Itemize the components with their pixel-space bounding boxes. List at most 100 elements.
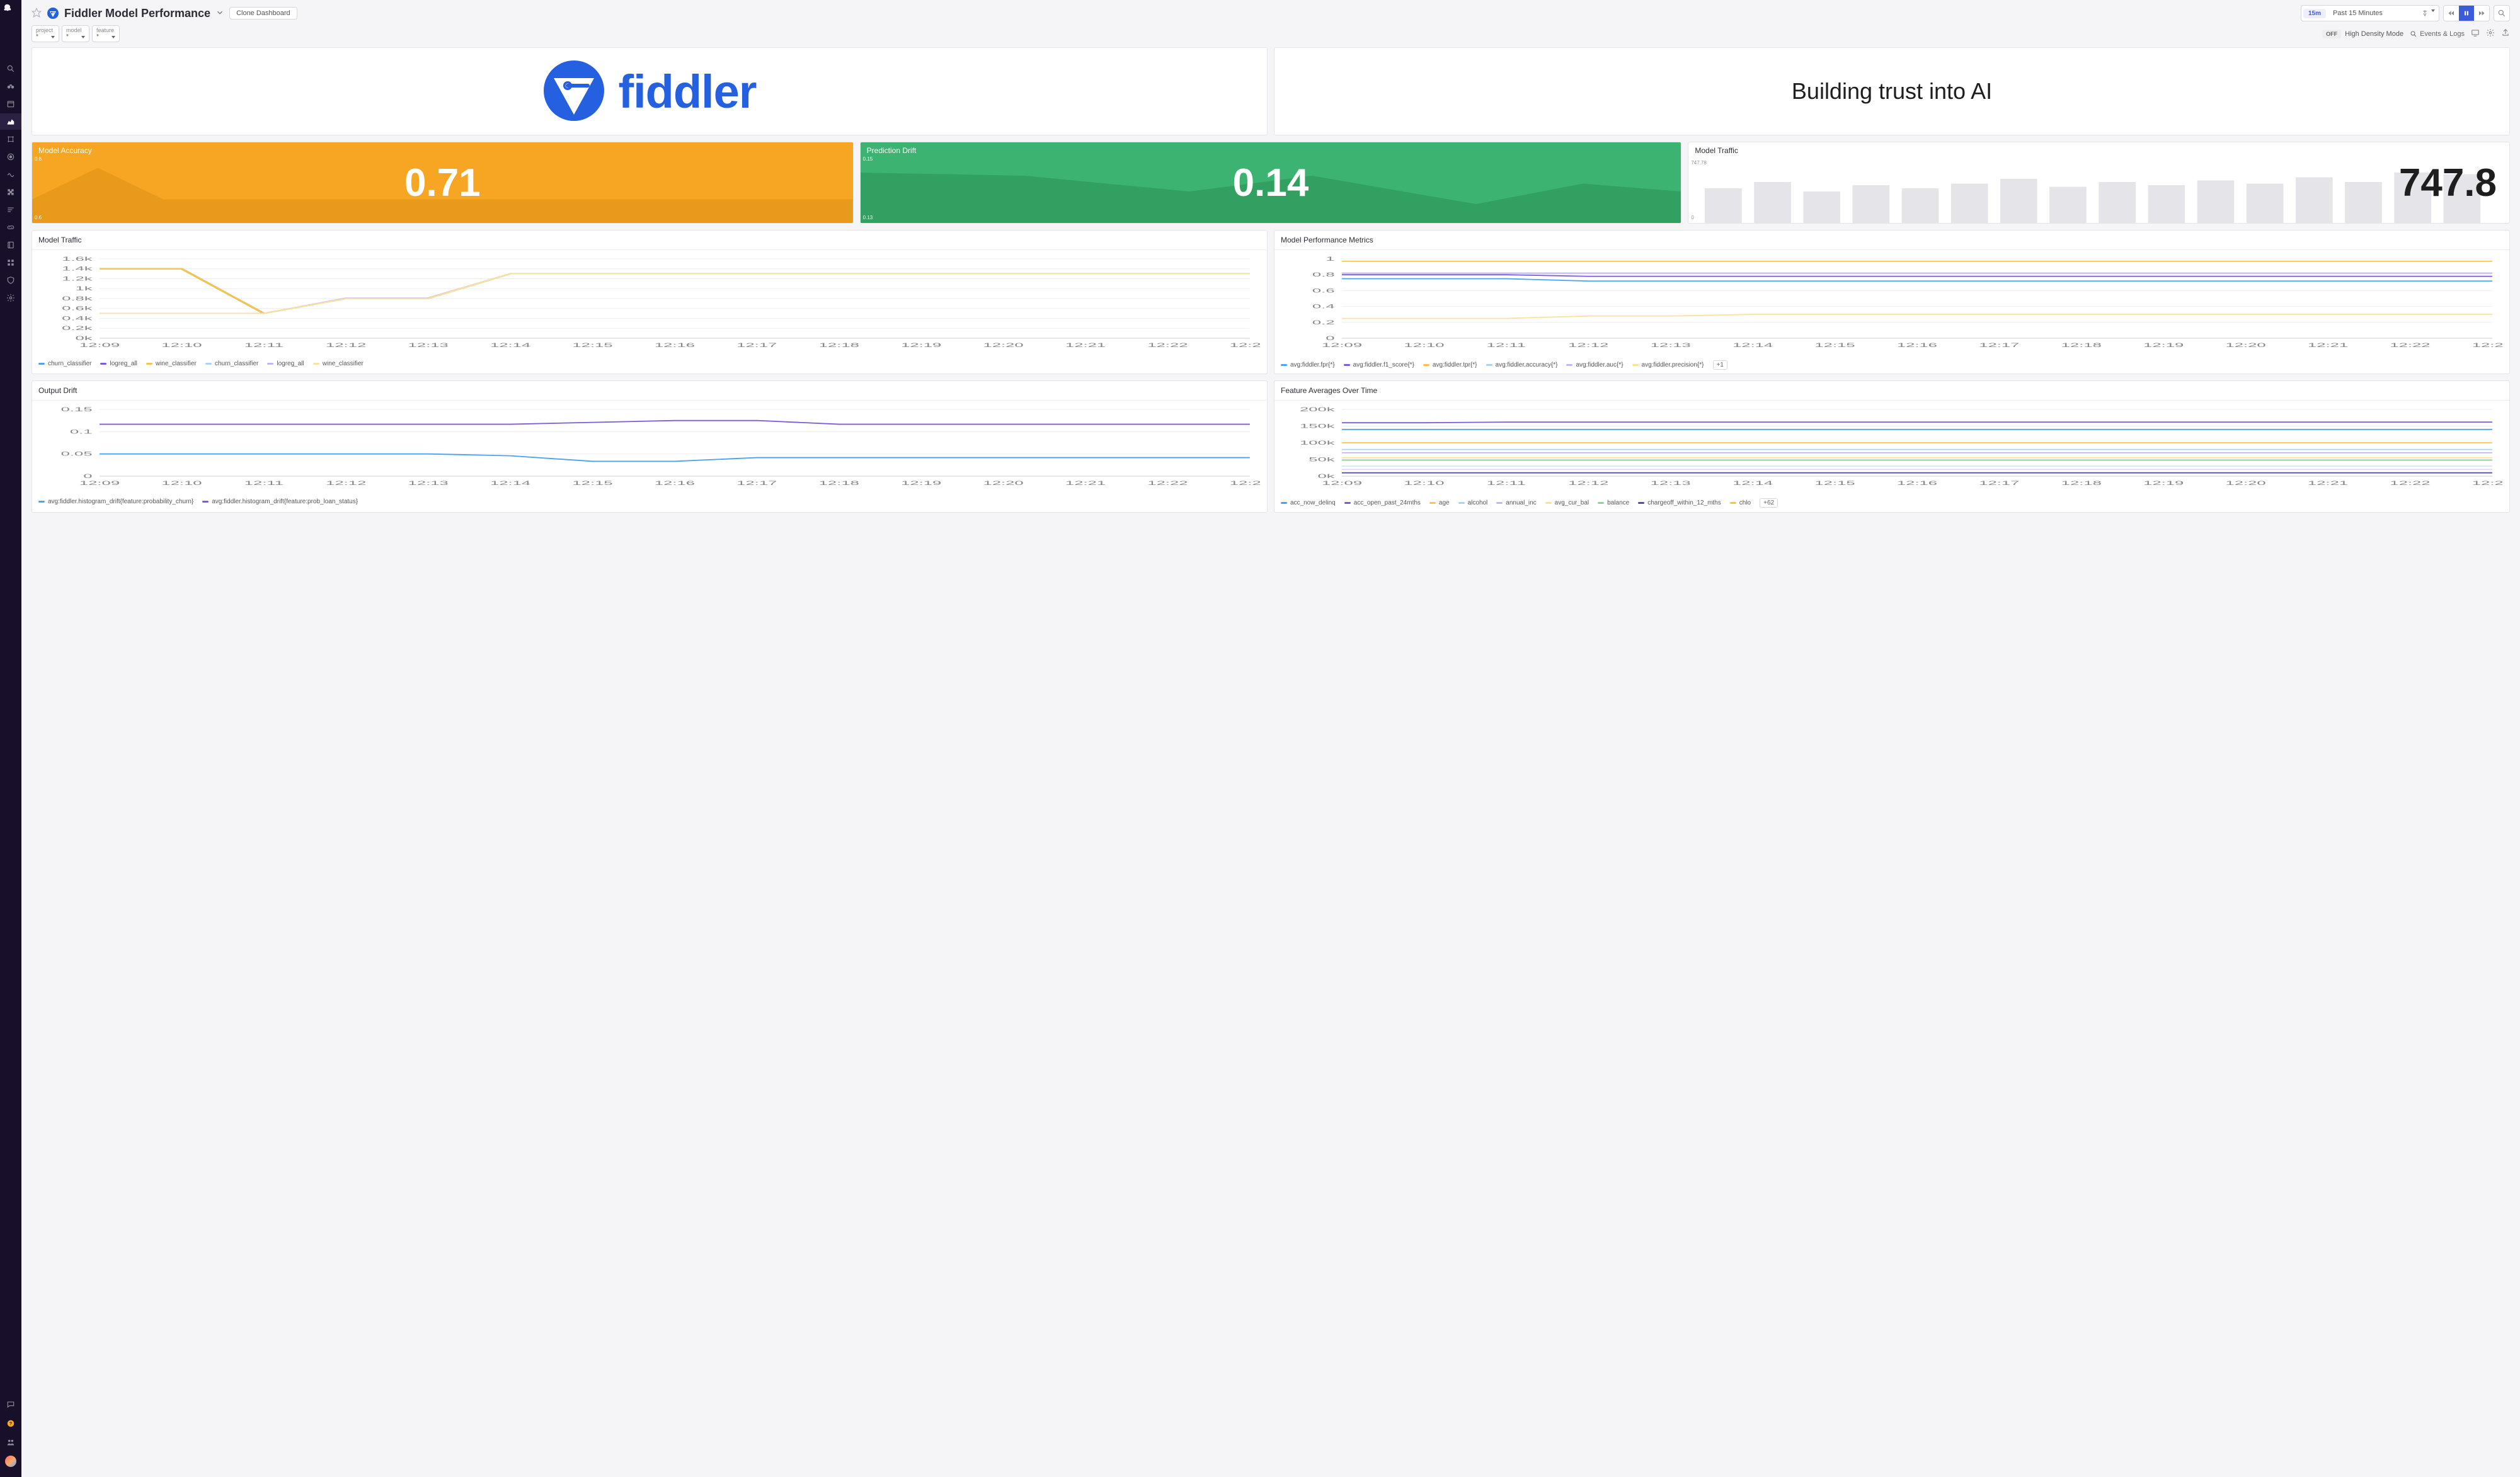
legend-item[interactable]: chargeoff_within_12_mths <box>1638 499 1721 506</box>
kpi-model-traffic[interactable]: Model Traffic 747.78 0 747.8 <box>1688 142 2510 224</box>
time-range-picker[interactable]: 15m Past 15 Minutes <box>2301 5 2439 21</box>
legend-item[interactable]: logreg_all <box>100 360 137 367</box>
legend-item[interactable]: avg:fiddler.auc{*} <box>1566 362 1623 368</box>
logo-widget[interactable]: fiddler <box>32 47 1268 135</box>
svg-text:0.2: 0.2 <box>1312 319 1335 326</box>
legend-label: churn_classifier <box>215 360 258 367</box>
svg-text:12:22: 12:22 <box>2390 343 2430 349</box>
legend-item[interactable]: wine_classifier <box>146 360 197 367</box>
svg-text:0.4: 0.4 <box>1312 304 1335 310</box>
search-button[interactable] <box>2494 5 2510 21</box>
var-name: project <box>36 27 55 33</box>
legend-more-badge[interactable]: +62 <box>1760 498 1778 508</box>
title-chevron-down-icon[interactable] <box>215 8 224 19</box>
sidebar-help-icon[interactable]: ? <box>0 1415 21 1432</box>
rewind-button[interactable] <box>2444 6 2459 21</box>
sidebar-search-icon[interactable] <box>0 60 21 77</box>
legend-item[interactable]: churn_classifier <box>38 360 91 367</box>
var-value: * <box>36 33 38 40</box>
sidebar-calendar-icon[interactable] <box>0 96 21 112</box>
sidebar-grid-icon[interactable] <box>0 254 21 271</box>
dashboard-grid: fiddler Building trust into AI Model Acc… <box>21 47 2520 523</box>
variable-model-dropdown[interactable]: model* <box>62 25 89 42</box>
sidebar-target-icon[interactable] <box>0 149 21 165</box>
svg-text:12:12: 12:12 <box>326 343 366 349</box>
chart-model-traffic[interactable]: Model Traffic 0k0.2k0.4k0.6k0.8k1k1.2k1.… <box>32 230 1268 374</box>
svg-text:12:16: 12:16 <box>1897 343 1937 349</box>
legend-item[interactable]: churn_classifier <box>205 360 258 367</box>
svg-text:12:20: 12:20 <box>2226 481 2266 487</box>
svg-text:12:12: 12:12 <box>1568 481 1608 487</box>
legend-item[interactable]: acc_open_past_24mths <box>1344 499 1421 506</box>
svg-text:12:21: 12:21 <box>2308 481 2348 487</box>
sidebar-shield-icon[interactable] <box>0 272 21 288</box>
sidebar-nav <box>0 60 21 306</box>
sidebar-synthetics-icon[interactable] <box>0 166 21 183</box>
chart-performance-metrics[interactable]: Model Performance Metrics 00.20.40.60.81… <box>1274 230 2510 374</box>
tagline-widget[interactable]: Building trust into AI <box>1274 47 2510 135</box>
events-logs-button[interactable]: Events & Logs <box>2410 30 2465 38</box>
legend-item[interactable]: alcohol <box>1458 499 1488 506</box>
legend-item[interactable]: age <box>1429 499 1450 506</box>
svg-text:1: 1 <box>1326 256 1334 263</box>
variable-feature-dropdown[interactable]: feature* <box>92 25 120 42</box>
legend-item[interactable]: avg:fiddler.f1_score{*} <box>1344 362 1414 368</box>
sidebar-link-icon[interactable] <box>0 219 21 236</box>
kpi-prediction-drift[interactable]: Prediction Drift 0.15 0.13 0.14 <box>860 142 1682 224</box>
legend-item[interactable]: avg:fiddler.histogram_drift{feature:prob… <box>202 498 358 505</box>
chart-canvas: 00.20.40.60.8112:0912:1012:1112:1212:131… <box>1281 255 2503 350</box>
svg-text:?: ? <box>9 1422 12 1426</box>
favorite-star-icon[interactable] <box>32 8 42 20</box>
high-density-toggle[interactable]: OFF High Density Mode <box>2322 30 2403 38</box>
chevron-down-icon[interactable] <box>2431 9 2435 17</box>
legend-item[interactable]: balance <box>1598 499 1629 506</box>
chart-title: Model Traffic <box>32 231 1267 250</box>
share-icon[interactable] <box>2501 28 2510 39</box>
legend-swatch <box>1730 502 1736 504</box>
sidebar-avatar-icon[interactable] <box>0 1453 21 1469</box>
legend-item[interactable]: annual_inc <box>1496 499 1536 506</box>
sidebar-notebook-icon[interactable] <box>0 237 21 253</box>
forward-button[interactable] <box>2474 6 2489 21</box>
legend-item[interactable]: avg:fiddler.histogram_drift{feature:prob… <box>38 498 193 505</box>
sidebar-gear-icon[interactable] <box>0 290 21 306</box>
sidebar-chat-icon[interactable] <box>0 1396 21 1413</box>
legend-item[interactable]: avg:fiddler.tpr{*} <box>1423 362 1477 368</box>
legend-more-badge[interactable]: +1 <box>1713 360 1727 370</box>
kpi-value: 747.8 <box>1688 142 2509 223</box>
legend-item[interactable]: avg:fiddler.precision{*} <box>1632 362 1704 368</box>
legend-swatch <box>38 501 45 503</box>
svg-text:12:22: 12:22 <box>1147 343 1188 349</box>
legend-swatch <box>1638 502 1644 504</box>
svg-text:12:20: 12:20 <box>983 481 1024 487</box>
pause-button[interactable] <box>2459 6 2474 21</box>
tv-mode-icon[interactable] <box>2471 28 2480 39</box>
sidebar-bottom: ? <box>0 1396 21 1473</box>
chart-output-drift[interactable]: Output Drift 00.050.10.1512:0912:1012:11… <box>32 380 1268 513</box>
legend-item[interactable]: acc_now_delinq <box>1281 499 1336 506</box>
kpi-model-accuracy[interactable]: Model Accuracy 0.8 0.6 0.71 <box>32 142 854 224</box>
app-logo-icon[interactable] <box>3 4 18 19</box>
sidebar-puzzle-icon[interactable] <box>0 184 21 200</box>
legend-item[interactable]: avg:fiddler.accuracy{*} <box>1486 362 1558 368</box>
variable-project-dropdown[interactable]: project* <box>32 25 59 42</box>
chart-legend: avg:fiddler.fpr{*} avg:fiddler.f1_score{*… <box>1274 356 2509 374</box>
svg-text:0.6k: 0.6k <box>62 305 93 312</box>
pin-icon[interactable] <box>2421 9 2429 17</box>
legend-item[interactable]: chlo <box>1730 499 1751 506</box>
sidebar-lines-icon[interactable] <box>0 202 21 218</box>
legend-label: acc_open_past_24mths <box>1354 499 1421 506</box>
svg-text:12:17: 12:17 <box>736 481 777 487</box>
legend-item[interactable]: avg:fiddler.fpr{*} <box>1281 362 1335 368</box>
chart-feature-averages[interactable]: Feature Averages Over Time 0k50k100k150k… <box>1274 380 2510 513</box>
legend-item[interactable]: logreg_all <box>267 360 304 367</box>
sidebar-infrastructure-icon[interactable] <box>0 131 21 147</box>
sidebar-dashboard-icon[interactable] <box>0 113 21 130</box>
legend-item[interactable]: wine_classifier <box>313 360 364 367</box>
sidebar-binoculars-icon[interactable] <box>0 78 21 94</box>
settings-icon[interactable] <box>2486 28 2495 39</box>
sidebar-team-icon[interactable] <box>0 1434 21 1451</box>
legend-item[interactable]: avg_cur_bal <box>1545 499 1589 506</box>
clone-dashboard-button[interactable]: Clone Dashboard <box>229 7 297 20</box>
kpi-value: 0.71 <box>32 142 853 223</box>
